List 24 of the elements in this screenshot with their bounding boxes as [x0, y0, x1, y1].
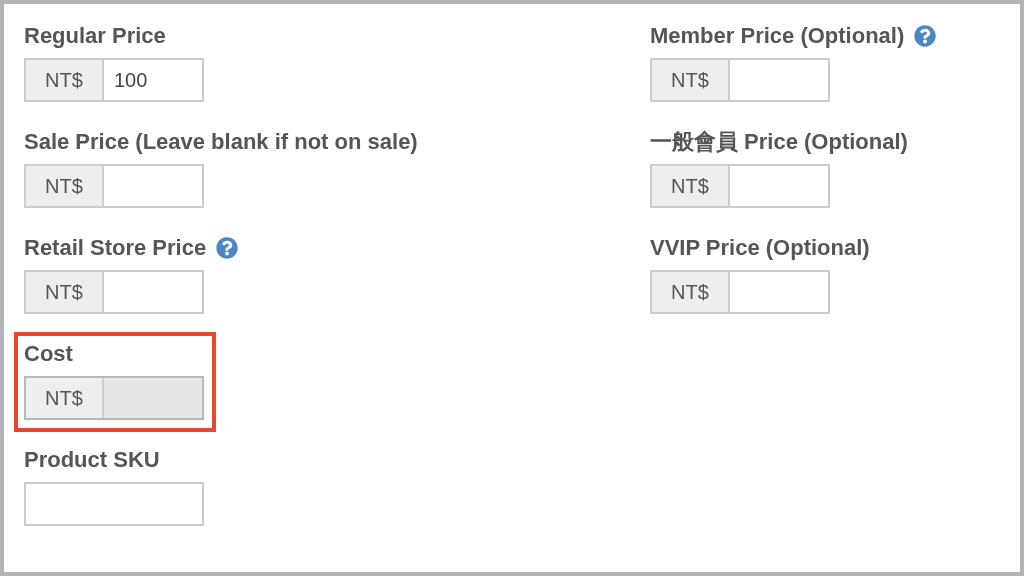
- field-label: Regular Price: [24, 24, 166, 48]
- field-label: Cost: [24, 342, 73, 366]
- field-label: Retail Store Price: [24, 236, 207, 260]
- currency-prefix: NT$: [26, 378, 104, 418]
- price-field[interactable]: NT$ 100: [24, 58, 204, 102]
- currency-prefix: NT$: [652, 60, 730, 100]
- price-field[interactable]: NT$: [24, 164, 204, 208]
- price-field[interactable]: NT$: [24, 270, 204, 314]
- currency-prefix: NT$: [26, 60, 104, 100]
- field-label: Product SKU: [24, 448, 160, 472]
- help-icon[interactable]: [914, 25, 937, 47]
- help-icon[interactable]: [216, 237, 239, 259]
- currency-prefix: NT$: [652, 166, 730, 206]
- text-input[interactable]: 100: [104, 60, 202, 100]
- field-label: Sale Price (Leave blank if not on sale): [24, 130, 418, 154]
- field-label: 一般會員 Price (Optional): [650, 130, 908, 154]
- currency-prefix: NT$: [26, 272, 104, 312]
- price-field[interactable]: NT$: [650, 270, 830, 314]
- field-label: VVIP Price (Optional): [650, 236, 870, 260]
- currency-prefix: NT$: [652, 272, 730, 312]
- currency-prefix: NT$: [26, 166, 104, 206]
- price-field[interactable]: NT$: [650, 164, 830, 208]
- field-label: Member Price (Optional): [650, 24, 905, 48]
- price-field[interactable]: NT$: [650, 58, 830, 102]
